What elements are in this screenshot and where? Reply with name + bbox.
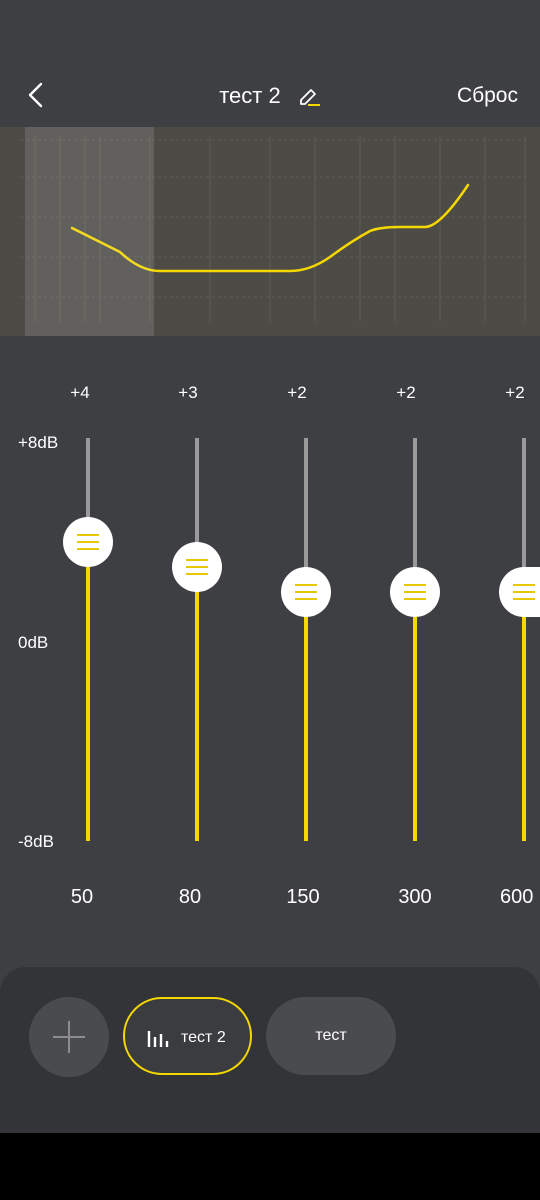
band-gain-label: +2 (505, 383, 525, 402)
band-gain-label: +2 (287, 383, 307, 402)
preset-chip-active[interactable]: тест 2 (123, 997, 252, 1075)
band-slider-track-lower[interactable] (86, 542, 90, 841)
preset-title: тест 2 (219, 83, 281, 109)
header-bar: тест 2 Сброс (0, 60, 540, 132)
band-frequency-label: 600 (500, 886, 534, 908)
db-label-zero: 0dB (18, 633, 49, 652)
band-slider-knob[interactable] (63, 517, 113, 567)
band-slider-track-lower[interactable] (195, 567, 199, 841)
band-slider-knob[interactable] (172, 542, 222, 592)
band-frequency-label: 80 (178, 886, 202, 908)
system-navigation-bar (0, 1133, 540, 1200)
reset-button[interactable]: Сброс (457, 84, 518, 108)
edit-pencil-icon[interactable] (297, 84, 321, 108)
band-slider-track-lower[interactable] (522, 592, 526, 841)
band-gain-label: +2 (396, 383, 416, 402)
band-frequency-label: 50 (70, 886, 94, 908)
band-frequency-label: 300 (398, 886, 432, 908)
band-slider-knob[interactable] (281, 567, 331, 617)
db-label-min: -8dB (18, 832, 54, 851)
eq-curve-preview[interactable] (0, 127, 540, 336)
band-gain-label: +4 (70, 383, 90, 402)
add-preset-button[interactable] (29, 997, 109, 1077)
band-slider-track-lower[interactable] (304, 592, 308, 841)
band-slider-track-lower[interactable] (413, 592, 417, 841)
band-slider-knob[interactable] (499, 567, 540, 617)
preset-chip[interactable]: тест (266, 997, 396, 1075)
db-label-max: +8dB (18, 433, 59, 452)
preset-chip-label: тест 2 (181, 1029, 226, 1046)
preset-chip-label: тест (315, 1027, 347, 1044)
band-gain-label: +3 (178, 383, 198, 402)
equalizer-bars-icon (147, 1031, 169, 1047)
visible-range-window[interactable] (25, 127, 154, 336)
band-slider-knob[interactable] (390, 567, 440, 617)
band-frequency-label: 150 (286, 886, 320, 908)
